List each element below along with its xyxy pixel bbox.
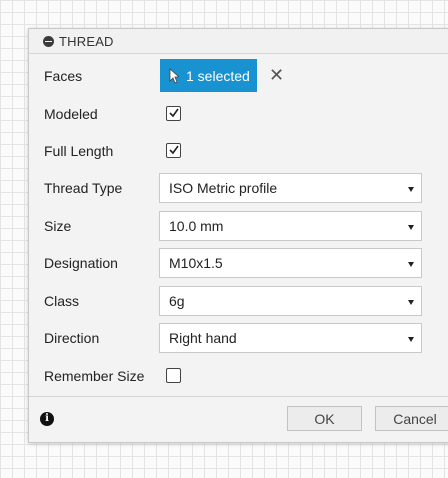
modeled-label: Modeled: [44, 106, 98, 122]
dropdown-caret-icon: [408, 337, 414, 342]
full-length-checkbox[interactable]: [166, 143, 181, 158]
modeled-checkbox[interactable]: [166, 106, 181, 121]
cancel-button[interactable]: Cancel: [375, 406, 448, 431]
direction-label: Direction: [44, 330, 100, 346]
thread-type-label: Thread Type: [44, 180, 123, 196]
cursor-arrow-icon: [169, 67, 179, 84]
full-length-label: Full Length: [44, 143, 114, 159]
remember-size-label: Remember Size: [44, 368, 145, 384]
class-value: 6g: [169, 293, 185, 309]
size-label: Size: [44, 218, 72, 234]
dialog-titlebar[interactable]: THREAD: [29, 29, 448, 54]
designation-value: M10x1.5: [169, 255, 223, 271]
class-select[interactable]: 6g: [159, 286, 422, 316]
dropdown-caret-icon: [408, 225, 414, 230]
thread-type-value: ISO Metric profile: [169, 180, 278, 196]
checkmark-icon: [169, 145, 179, 155]
footer-divider: [29, 396, 448, 397]
remember-size-checkbox[interactable]: [166, 368, 181, 383]
thread-type-select[interactable]: ISO Metric profile: [159, 173, 422, 203]
dropdown-caret-icon: [408, 262, 414, 267]
size-value: 10.0 mm: [169, 218, 224, 234]
class-label: Class: [44, 293, 80, 309]
faces-selection-label: 1 selected: [186, 67, 250, 84]
direction-value: Right hand: [169, 330, 237, 346]
ok-button[interactable]: OK: [287, 406, 362, 431]
faces-label: Faces: [44, 68, 83, 84]
dialog-title: THREAD: [59, 33, 114, 49]
dropdown-caret-icon: [408, 300, 414, 305]
checkmark-icon: [169, 108, 179, 118]
collapse-icon[interactable]: [43, 35, 54, 47]
designation-label: Designation: [44, 255, 118, 271]
direction-select[interactable]: Right hand: [159, 323, 422, 353]
close-icon[interactable]: ✕: [269, 66, 284, 84]
designation-select[interactable]: M10x1.5: [159, 248, 422, 278]
size-select[interactable]: 10.0 mm: [159, 211, 422, 241]
info-icon[interactable]: i: [40, 412, 54, 426]
thread-dialog: THREAD Faces 1 selected ✕ Modeled Full L…: [28, 28, 448, 443]
dropdown-caret-icon: [408, 187, 414, 192]
faces-selection-button[interactable]: 1 selected: [160, 59, 257, 92]
